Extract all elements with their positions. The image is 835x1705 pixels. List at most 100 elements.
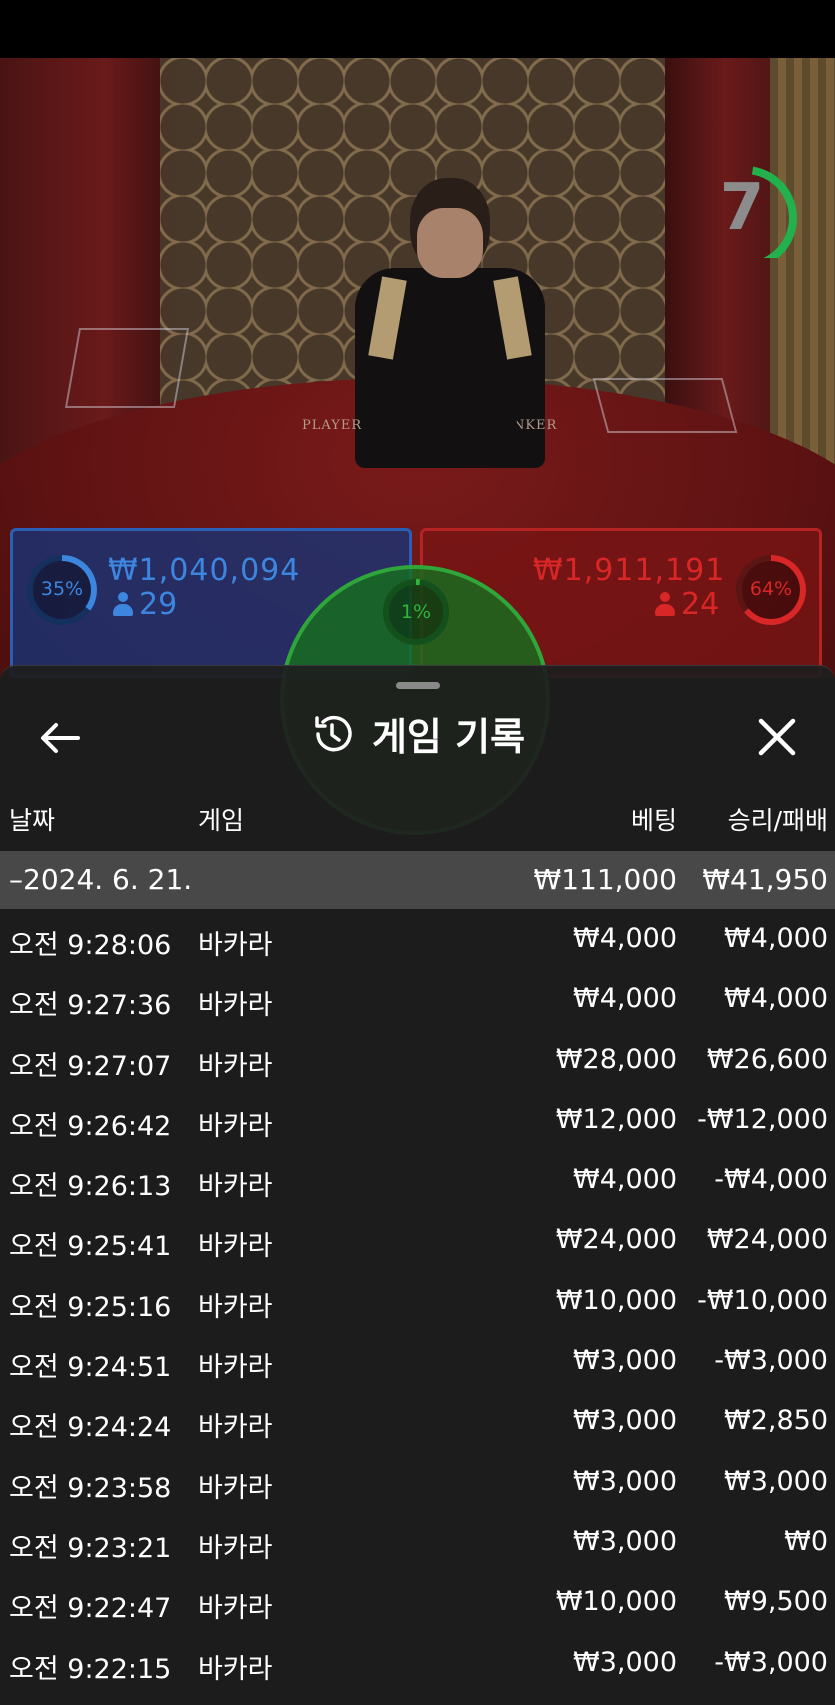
row-bet: ₩4,000 [573, 1164, 677, 1196]
history-rows: 오전 9:28:06 바카라 ₩4,000 ₩4,000 오전 9:27:36 바카라 ₩… [0, 909, 835, 1693]
row-game: 바카라 [198, 1110, 273, 1142]
row-result: -₩10,000 [697, 1284, 828, 1316]
row-game: 바카라 [198, 1231, 273, 1263]
row-game: 바카라 [198, 1653, 273, 1685]
history-row[interactable]: 오전 9:28:06 바카라 ₩4,000 ₩4,000 [0, 909, 835, 969]
history-row[interactable]: 오전 9:25:41 바카라 ₩24,000 ₩24,000 [0, 1210, 835, 1270]
row-time: 오전 9:23:21 [9, 1532, 172, 1564]
card-shoe-right [592, 378, 738, 433]
history-row[interactable]: 오전 9:23:21 바카라 ₩3,000 ₩0 [0, 1512, 835, 1572]
row-bet: ₩28,000 [555, 1043, 677, 1075]
person-icon [655, 592, 675, 616]
wood-panel [770, 58, 835, 498]
history-row[interactable]: 오전 9:26:13 바카라 ₩4,000 -₩4,000 [0, 1150, 835, 1210]
row-time: 오전 9:24:24 [9, 1412, 172, 1444]
row-bet: ₩3,000 [573, 1345, 677, 1377]
row-result: -₩3,000 [714, 1646, 828, 1678]
row-result: ₩4,000 [724, 983, 828, 1015]
status-bar [0, 0, 835, 58]
player-percent: 35% [40, 578, 84, 600]
row-bet: ₩12,000 [555, 1103, 677, 1135]
player-bettor-count: 29 [113, 587, 177, 622]
row-time: 오전 9:28:06 [9, 930, 172, 961]
game-history-sheet: 게임 기록 날짜 게임 베팅 승리/패배 –2024. 6. 21. ₩111,… [0, 665, 835, 1705]
card-shoe-left [64, 328, 190, 408]
row-bet: ₩3,000 [573, 1525, 677, 1557]
row-result: -₩12,000 [697, 1103, 828, 1135]
column-bet: 베팅 [630, 806, 677, 835]
player-percent-ring: 35% [25, 553, 99, 627]
row-time: 오전 9:26:13 [9, 1171, 172, 1203]
banker-percent-ring: 64% [734, 553, 808, 627]
row-bet: ₩3,000 [573, 1405, 677, 1437]
tie-percent: 1% [400, 601, 432, 623]
day-result-total: ₩41,950 [702, 863, 828, 896]
row-time: 오전 9:27:36 [9, 990, 172, 1022]
row-time: 오전 9:25:41 [9, 1231, 172, 1263]
history-row[interactable]: 오전 9:26:42 바카라 ₩12,000 -₩12,000 [0, 1090, 835, 1150]
row-game: 바카라 [198, 1291, 273, 1323]
row-result: -₩4,000 [714, 1164, 828, 1196]
row-bet: ₩3,000 [573, 1465, 677, 1497]
row-result: ₩3,000 [724, 1465, 828, 1497]
person-icon [113, 592, 133, 616]
row-game: 바카라 [198, 990, 273, 1022]
column-game: 게임 [198, 806, 245, 835]
close-button[interactable] [752, 712, 802, 762]
row-time: 오전 9:25:16 [9, 1291, 172, 1323]
row-bet: ₩10,000 [555, 1586, 677, 1618]
day-bet-total: ₩111,000 [533, 863, 677, 896]
row-game: 바카라 [198, 1412, 273, 1444]
history-row[interactable]: 오전 9:24:24 바카라 ₩3,000 ₩2,850 [0, 1391, 835, 1451]
row-time: 오전 9:23:58 [9, 1472, 172, 1504]
history-table-header: 날짜 게임 베팅 승리/패배 [0, 791, 835, 841]
banker-count-value: 24 [681, 587, 720, 622]
close-icon [758, 718, 796, 756]
row-bet: ₩4,000 [573, 923, 677, 954]
row-game: 바카라 [198, 1593, 273, 1625]
row-result: ₩9,500 [724, 1586, 828, 1618]
row-bet: ₩24,000 [555, 1224, 677, 1256]
history-row[interactable]: 오전 9:25:16 바카라 ₩10,000 -₩10,000 [0, 1271, 835, 1331]
row-result: ₩26,600 [706, 1043, 828, 1075]
history-row[interactable]: 오전 9:27:07 바카라 ₩28,000 ₩26,600 [0, 1030, 835, 1090]
day-label: –2024. 6. 21. [9, 863, 193, 896]
row-result: -₩3,000 [714, 1345, 828, 1377]
history-row[interactable]: 오전 9:24:51 바카라 ₩3,000 -₩3,000 [0, 1331, 835, 1391]
row-time: 오전 9:27:07 [9, 1050, 172, 1082]
history-icon [315, 715, 352, 751]
countdown-timer: 7 [700, 148, 810, 270]
row-time: 오전 9:24:51 [9, 1352, 172, 1384]
table-player-text: PLAYER [302, 418, 363, 433]
history-row[interactable]: 오전 9:22:15 바카라 ₩3,000 -₩3,000 [0, 1633, 835, 1693]
column-result: 승리/패배 [727, 806, 828, 835]
row-bet: ₩4,000 [573, 983, 677, 1015]
banker-percent: 64% [749, 578, 793, 600]
row-game: 바카라 [198, 1050, 273, 1082]
player-count-value: 29 [139, 587, 178, 622]
row-game: 바카라 [198, 1171, 273, 1203]
row-game: 바카라 [198, 1352, 273, 1384]
tie-percent-ring: 1% [381, 577, 451, 647]
sheet-title: 게임 기록 [371, 715, 526, 759]
row-game: 바카라 [198, 930, 273, 961]
row-game: 바카라 [198, 1472, 273, 1504]
banker-bettor-count: 24 [655, 587, 719, 622]
day-summary-row[interactable]: –2024. 6. 21. ₩111,000 ₩41,950 [0, 851, 835, 909]
history-row[interactable]: 오전 9:27:36 바카라 ₩4,000 ₩4,000 [0, 969, 835, 1029]
row-time: 오전 9:22:47 [9, 1593, 172, 1625]
dealer [355, 178, 545, 468]
row-game: 바카라 [198, 1532, 273, 1564]
history-row[interactable]: 오전 9:23:58 바카라 ₩3,000 ₩3,000 [0, 1452, 835, 1512]
row-result: ₩2,850 [724, 1405, 828, 1437]
column-date: 날짜 [9, 806, 56, 835]
row-time: 오전 9:26:42 [9, 1110, 172, 1142]
history-row[interactable]: 오전 9:22:47 바카라 ₩10,000 ₩9,500 [0, 1572, 835, 1632]
player-amount: ₩1,040,094 [108, 553, 301, 588]
row-time: 오전 9:22:15 [9, 1653, 172, 1685]
sheet-drag-handle[interactable] [396, 682, 440, 689]
row-result: ₩24,000 [706, 1224, 828, 1256]
row-result: ₩0 [784, 1525, 828, 1557]
banker-amount: ₩1,911,191 [533, 553, 726, 588]
sheet-header: 게임 기록 [0, 706, 835, 768]
